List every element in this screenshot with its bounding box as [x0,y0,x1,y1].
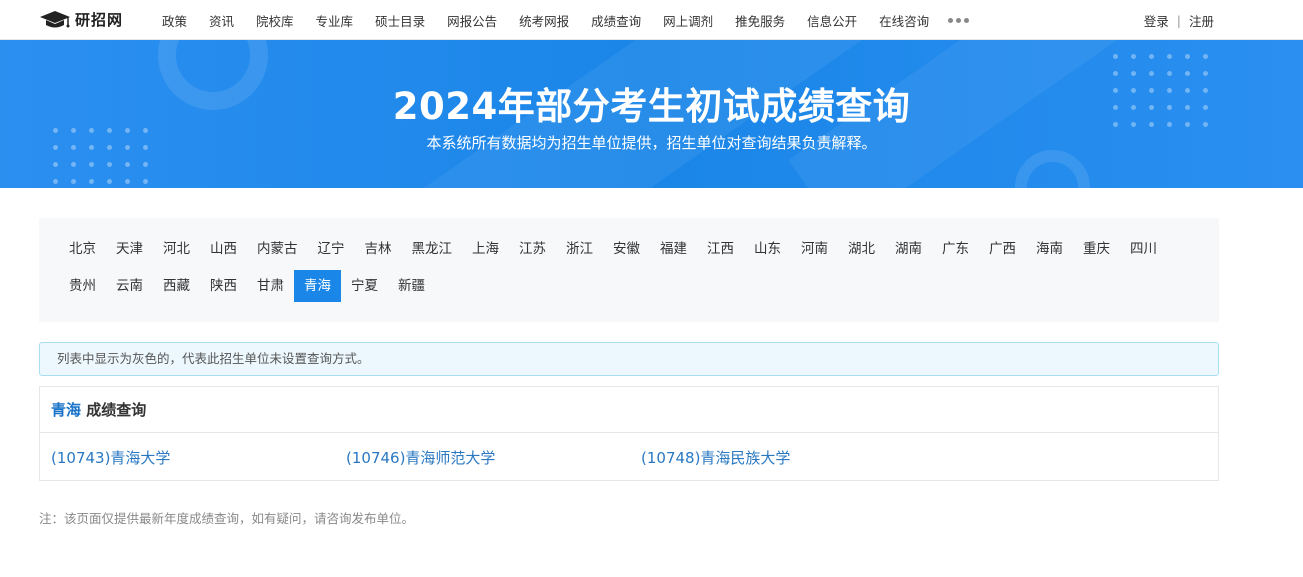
region-item[interactable]: 陕西 [200,270,247,302]
region-row-1: 北京 天津 河北 山西 内蒙古 辽宁 吉林 黑龙江 上海 江苏 浙江 安徽 福建 江西 山东 河南 湖北 湖南 广东… [59,233,1199,265]
results-province: 青海 [51,401,82,419]
page-subtitle: 本系统所有数据均为招生单位提供，招生单位对查询结果负责解释。 [426,134,877,152]
region-item[interactable]: 云南 [106,270,153,302]
results-heading-label: 成绩查询 [86,401,147,419]
nav-item[interactable]: 网上调剂 [652,11,724,30]
region-item[interactable]: 新疆 [388,270,435,302]
region-selector: 北京 天津 河北 山西 内蒙古 辽宁 吉林 黑龙江 上海 江苏 浙江 安徽 福建 江西 山东 河南 湖北 湖南 广东… [39,218,1219,322]
page-title: 2024年部分考生初试成绩查询 [392,85,911,128]
results-panel: 青海 成绩查询 (10743)青海大学 (10746)青海师范大学 (10748)青… [39,386,1219,481]
graduation-cap-icon [40,10,70,27]
region-item[interactable]: 江西 [697,233,744,265]
nav-item[interactable]: 资讯 [198,11,245,30]
region-row-2: 贵州 云南 西藏 陕西 甘肃 青海 宁夏 新疆 [59,270,1199,302]
nav-item[interactable]: 网报公告 [436,11,508,30]
logo-text: 研招网 [75,11,124,29]
region-item[interactable]: 河南 [791,233,838,265]
nav-item[interactable]: 信息公开 [796,11,868,30]
top-nav-bar: 研招网 政策 资讯 院校库 专业库 硕士目录 网报公告 统考网报 成绩查询 网上调剂 推免服务 信息… [0,0,1303,40]
region-item[interactable]: 北京 [59,233,106,265]
region-item[interactable]: 上海 [462,233,509,265]
auth-links: 登录 | 注册 [1144,0,1214,40]
school-link[interactable]: (10748)青海民族大学 [641,447,936,468]
region-item[interactable]: 浙江 [556,233,603,265]
nav-item[interactable]: 在线咨询 [868,11,940,30]
region-item[interactable]: 甘肃 [247,270,294,302]
region-item[interactable]: 黑龙江 [402,233,463,265]
region-item[interactable]: 宁夏 [341,270,388,302]
region-item[interactable]: 四川 [1120,233,1167,265]
more-icon[interactable] [940,17,977,23]
footer-note: 注：该页面仅提供最新年度成绩查询，如有疑问，请咨询发布单位。 [39,511,415,526]
region-item[interactable]: 河北 [153,233,200,265]
region-item[interactable]: 山西 [200,233,247,265]
region-item[interactable]: 海南 [1026,233,1073,265]
region-item[interactable]: 安徽 [603,233,650,265]
register-link[interactable]: 注册 [1189,11,1214,30]
hero-banner: 2024年部分考生初试成绩查询 本系统所有数据均为招生单位提供，招生单位对查询结… [0,40,1303,188]
region-item[interactable]: 辽宁 [308,233,355,265]
region-item[interactable]: 湖北 [838,233,885,265]
region-item[interactable]: 湖南 [885,233,932,265]
region-item[interactable]: 重庆 [1073,233,1120,265]
region-item[interactable]: 山东 [744,233,791,265]
region-item[interactable]: 江苏 [509,233,556,265]
region-item[interactable]: 天津 [106,233,153,265]
region-item[interactable]: 吉林 [355,233,402,265]
nav-item[interactable]: 硕士目录 [364,11,436,30]
main-nav: 政策 资讯 院校库 专业库 硕士目录 网报公告 统考网报 成绩查询 网上调剂 推免服务 信息公开 在线… [151,0,977,40]
school-list: (10743)青海大学 (10746)青海师范大学 (10748)青海民族大学 [40,433,1218,481]
decorative-ring [1015,150,1090,188]
school-link[interactable]: (10746)青海师范大学 [346,447,641,468]
nav-item[interactable]: 成绩查询 [580,11,652,30]
region-item[interactable]: 贵州 [59,270,106,302]
region-item[interactable]: 西藏 [153,270,200,302]
login-link[interactable]: 登录 [1144,11,1169,30]
nav-item[interactable]: 政策 [151,11,198,30]
site-logo[interactable]: 研招网 [39,9,123,30]
info-tip: 列表中显示为灰色的，代表此招生单位未设置查询方式。 [39,342,1219,376]
results-heading: 青海 成绩查询 [40,387,1218,433]
school-link[interactable]: (10743)青海大学 [51,447,346,468]
region-item[interactable]: 广西 [979,233,1026,265]
nav-item[interactable]: 院校库 [245,11,305,30]
region-item[interactable]: 青海 [294,270,341,302]
region-item[interactable]: 广东 [932,233,979,265]
nav-item[interactable]: 统考网报 [508,11,580,30]
nav-item[interactable]: 专业库 [305,11,365,30]
region-item[interactable]: 内蒙古 [247,233,308,265]
region-item[interactable]: 福建 [650,233,697,265]
nav-item[interactable]: 推免服务 [724,11,796,30]
auth-separator: | [1176,12,1181,28]
